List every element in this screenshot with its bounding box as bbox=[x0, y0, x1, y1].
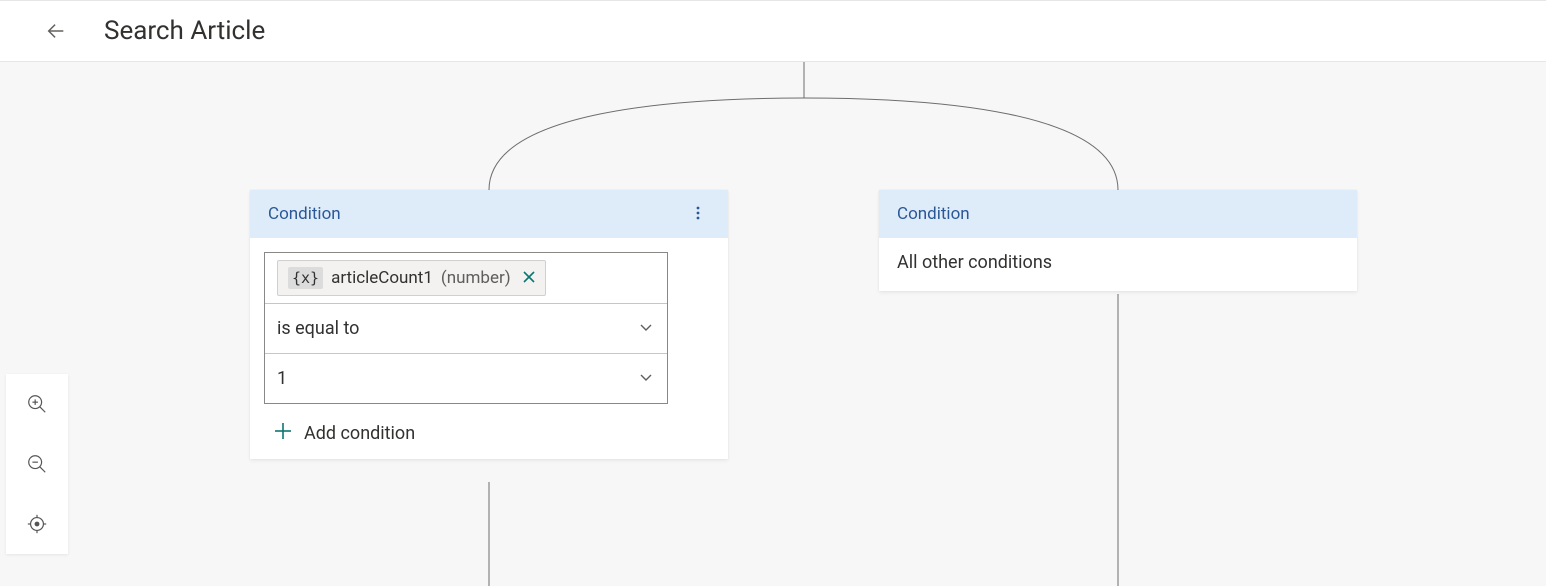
else-body-text: All other conditions bbox=[879, 238, 1357, 291]
zoom-out-button[interactable] bbox=[6, 434, 68, 494]
connector-svg bbox=[0, 62, 1546, 586]
condition-value-row[interactable]: 1 bbox=[265, 353, 667, 403]
card-header: Condition bbox=[879, 190, 1357, 238]
variable-brace-icon: {x} bbox=[288, 267, 323, 289]
card-header-label: Condition bbox=[268, 204, 341, 224]
close-icon bbox=[523, 271, 535, 283]
condition-operator-row[interactable]: is equal to bbox=[265, 303, 667, 353]
zoom-panel bbox=[6, 374, 68, 554]
target-icon bbox=[26, 513, 48, 535]
condition-box: {x} articleCount1 (number) is equal to bbox=[264, 252, 668, 404]
zoom-in-icon bbox=[26, 393, 48, 415]
variable-name: articleCount1 bbox=[331, 268, 433, 288]
variable-type: (number) bbox=[441, 268, 511, 288]
card-menu-button[interactable] bbox=[686, 198, 710, 230]
topbar: Search Article bbox=[0, 0, 1546, 62]
card-header: Condition bbox=[250, 190, 728, 238]
condition-value: 1 bbox=[277, 368, 287, 389]
zoom-in-button[interactable] bbox=[6, 374, 68, 434]
flow-canvas[interactable]: Condition {x} articleCount1 (number) bbox=[0, 62, 1546, 586]
arrow-left-icon bbox=[45, 20, 67, 42]
condition-operator: is equal to bbox=[277, 318, 359, 339]
more-vertical-icon bbox=[690, 205, 706, 221]
card-header-label: Condition bbox=[897, 204, 970, 224]
variable-remove-button[interactable] bbox=[523, 269, 535, 287]
condition-body: {x} articleCount1 (number) is equal to bbox=[250, 238, 728, 459]
page-title: Search Article bbox=[104, 16, 265, 46]
chevron-down-icon bbox=[639, 368, 653, 389]
add-condition-button[interactable]: Add condition bbox=[264, 422, 714, 445]
condition-else-card[interactable]: Condition All other conditions bbox=[879, 190, 1357, 291]
zoom-out-icon bbox=[26, 453, 48, 475]
add-condition-label: Add condition bbox=[304, 423, 415, 444]
condition-card[interactable]: Condition {x} articleCount1 (number) bbox=[250, 190, 728, 459]
condition-variable-row[interactable]: {x} articleCount1 (number) bbox=[265, 253, 667, 303]
variable-pill[interactable]: {x} articleCount1 (number) bbox=[277, 260, 546, 296]
back-button[interactable] bbox=[36, 11, 76, 51]
fit-view-button[interactable] bbox=[6, 494, 68, 554]
chevron-down-icon bbox=[639, 318, 653, 339]
plus-icon bbox=[274, 422, 292, 445]
